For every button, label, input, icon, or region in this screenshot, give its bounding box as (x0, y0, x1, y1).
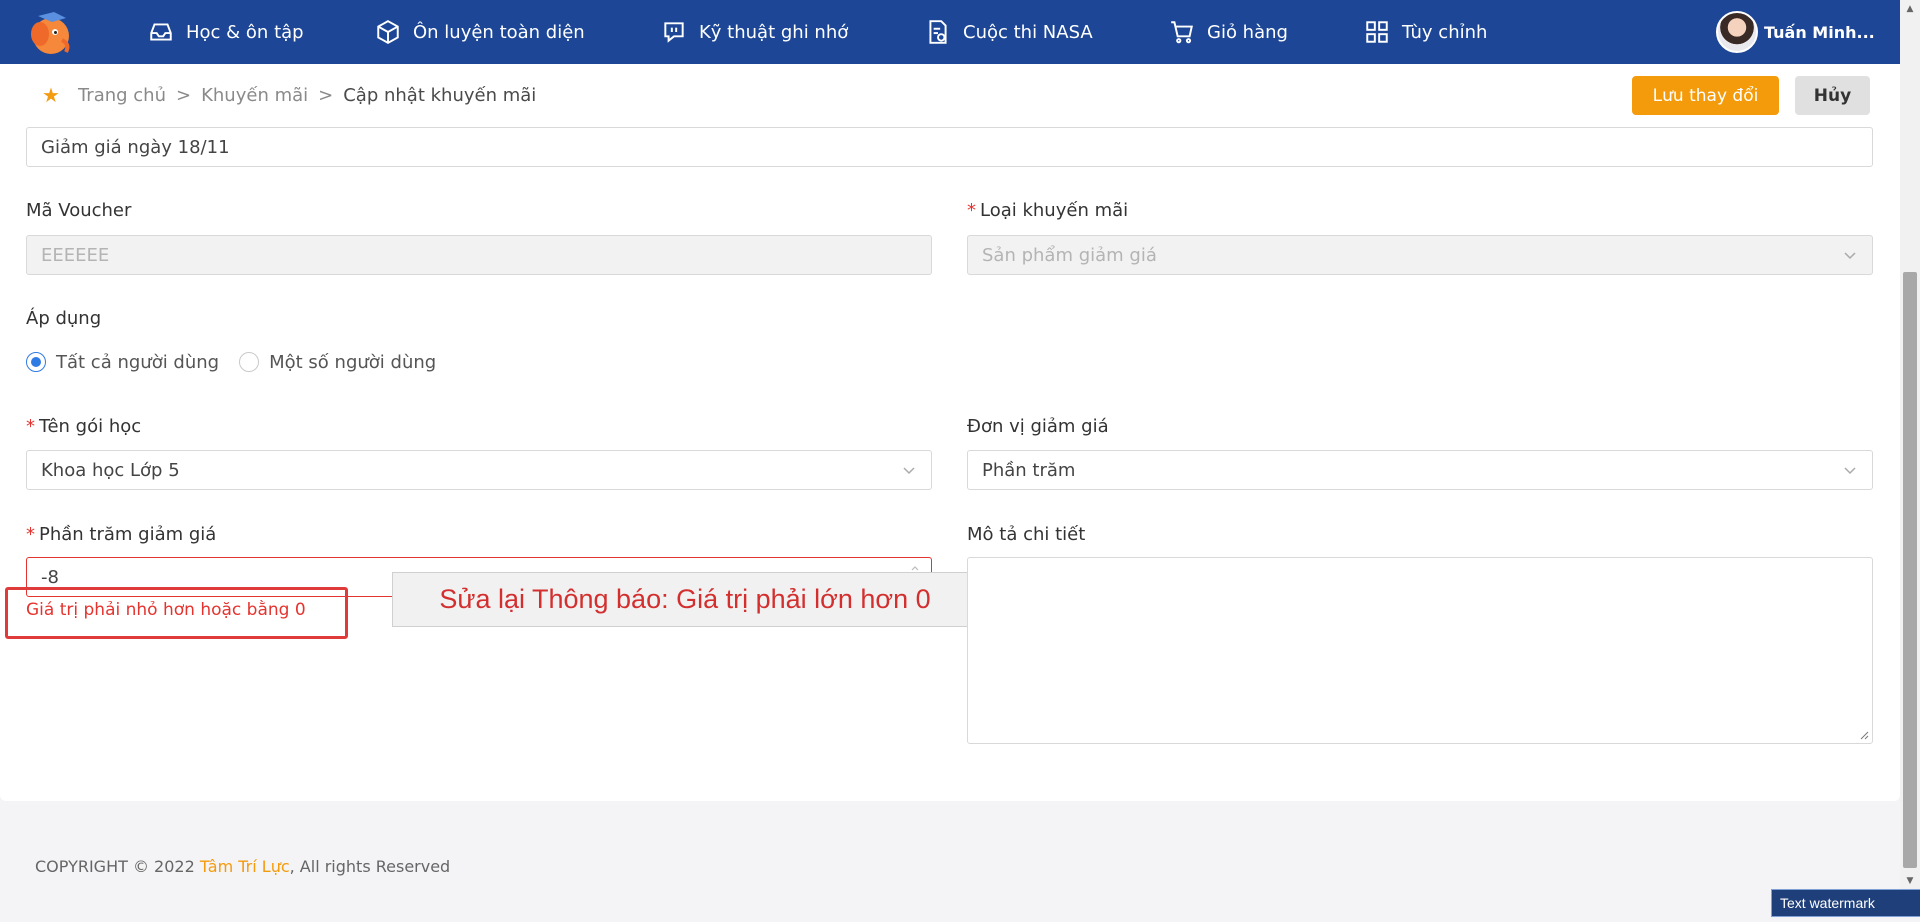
vertical-scrollbar[interactable]: ▲ ▼ (1900, 0, 1920, 890)
chevron-down-icon (1844, 467, 1856, 475)
discount-unit-value: Phần trăm (982, 459, 1076, 481)
nav-item-hoc-on-tap[interactable]: Học & ôn tập (148, 0, 304, 64)
description-textarea[interactable] (967, 557, 1873, 744)
radio-some-users[interactable] (239, 352, 260, 372)
nav-item-cuoc-thi-nasa[interactable]: Cuộc thi NASA (925, 0, 1093, 64)
required-mark: * (26, 416, 35, 437)
breadcrumb-section[interactable]: Khuyến mãi (201, 85, 308, 106)
footer-brand-link[interactable]: Tâm Trí Lực (200, 857, 290, 876)
breadcrumb-separator: > (318, 84, 334, 106)
user-name: Tuấn Minh... (1764, 22, 1875, 42)
grid-icon (1366, 21, 1388, 43)
voucher-label: Mã Voucher (26, 200, 132, 221)
voucher-input: EEEEEE (26, 235, 932, 275)
cancel-button[interactable]: Hủy (1795, 76, 1870, 115)
required-mark: * (26, 524, 35, 545)
user-menu[interactable]: Tuấn Minh... (1716, 10, 1875, 54)
nav-item-label: Giỏ hàng (1207, 21, 1288, 43)
promo-type-select: Sản phẩm giảm giá (967, 235, 1873, 275)
scroll-down-arrow-icon[interactable]: ▼ (1900, 872, 1920, 890)
breadcrumb: ★ Trang chủ > Khuyến mãi > Cập nhật khuy… (42, 83, 537, 107)
discount-unit-select[interactable]: Phần trăm (967, 450, 1873, 490)
promo-name-input[interactable]: Giảm giá ngày 18/11 (26, 127, 1873, 167)
promo-type-value: Sản phẩm giảm giá (982, 244, 1157, 266)
chevron-down-icon (903, 467, 915, 475)
nav-item-on-luyen-toan-dien[interactable]: Ôn luyện toàn diện (375, 0, 585, 64)
text-watermark: Text watermark (1771, 889, 1920, 917)
annotation-callout: Sửa lại Thông báo: Giá trị phải lớn hơn … (392, 572, 978, 627)
discount-percent-label: * Phần trăm giảm giá (26, 524, 217, 545)
elephant-logo-icon[interactable] (26, 10, 76, 56)
radio-all-users[interactable] (26, 352, 46, 372)
apply-label: Áp dụng (26, 308, 102, 329)
nav-item-label: Kỹ thuật ghi nhớ (699, 21, 849, 43)
cart-icon (1171, 21, 1193, 44)
radio-all-users-label[interactable]: Tất cả người dùng (56, 352, 219, 373)
save-button[interactable]: Lưu thay đổi (1632, 76, 1779, 115)
scroll-up-arrow-icon[interactable]: ▲ (1900, 0, 1920, 18)
breadcrumb-current: Cập nhật khuyến mãi (343, 84, 537, 106)
avatar[interactable] (1716, 11, 1758, 53)
nav-item-label: Ôn luyện toàn diện (413, 21, 585, 43)
scroll-thumb[interactable] (1903, 272, 1917, 868)
footer-copyright: COPYRIGHT © 2022 Tâm Trí Lực, All rights… (35, 857, 451, 876)
document-check-icon (929, 20, 947, 44)
chevron-down-icon (1844, 252, 1856, 260)
course-select[interactable]: Khoa học Lớp 5 (26, 450, 932, 490)
top-navbar: Học & ôn tập Ôn luyện toàn diện Kỹ thuật… (0, 0, 1900, 64)
error-highlight-box (5, 587, 348, 639)
course-value: Khoa học Lớp 5 (41, 459, 180, 481)
course-label: * Tên gói học (26, 416, 142, 437)
chat-icon (664, 22, 684, 43)
discount-unit-label: Đơn vị giảm giá (967, 416, 1109, 437)
apply-radio-group: Tất cả người dùng Một số người dùng (26, 350, 436, 374)
nav-item-tuy-chinh[interactable]: Tùy chỉnh (1364, 0, 1487, 64)
promo-name-value: Giảm giá ngày 18/11 (41, 136, 230, 158)
nav-item-label: Cuộc thi NASA (963, 21, 1093, 43)
breadcrumb-separator: > (176, 84, 192, 106)
required-mark: * (967, 200, 976, 221)
discount-percent-value: -8 (41, 566, 59, 588)
nav-item-label: Tùy chỉnh (1402, 21, 1488, 43)
radio-some-users-label[interactable]: Một số người dùng (269, 352, 436, 373)
voucher-value: EEEEEE (41, 244, 110, 266)
star-icon: ★ (42, 83, 60, 107)
nav-item-gio-hang[interactable]: Giỏ hàng (1169, 0, 1288, 64)
breadcrumb-home[interactable]: Trang chủ (78, 85, 166, 106)
promo-type-label: * Loại khuyến mãi (967, 200, 1129, 221)
resize-handle-icon[interactable] (1859, 730, 1869, 740)
nav-item-label: Học & ôn tập (186, 21, 304, 43)
inbox-icon (150, 23, 172, 41)
description-label: Mô tả chi tiết (967, 524, 1086, 545)
nav-item-ky-thuat-ghi-nho[interactable]: Kỹ thuật ghi nhớ (661, 0, 848, 64)
cube-icon (377, 20, 399, 44)
